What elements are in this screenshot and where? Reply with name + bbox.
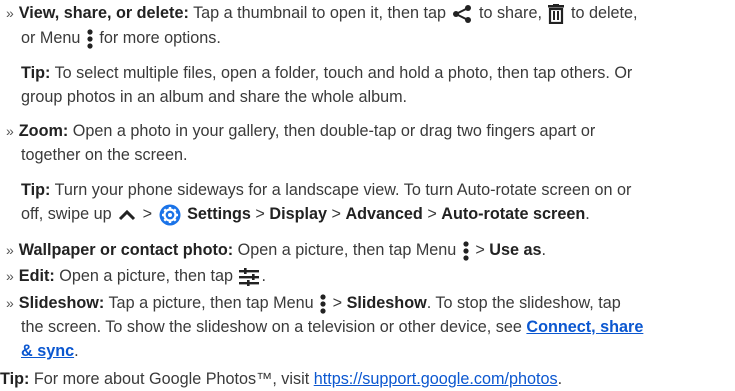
bullet-chevron: » bbox=[6, 123, 14, 139]
bullet-slideshow: » Slideshow: Tap a picture, then tap Menu… bbox=[6, 294, 621, 314]
bullet-chevron: » bbox=[6, 242, 14, 258]
menu-dots-icon bbox=[463, 241, 469, 261]
bullet-chevron: » bbox=[6, 5, 14, 21]
slideshow-line2: the screen. To show the slideshow on a t… bbox=[21, 318, 644, 336]
zoom-line2: together on the screen. bbox=[21, 146, 188, 164]
heading-slideshow: Slideshow: bbox=[18, 294, 105, 312]
tip-multiple-files-line2: group photos in an album and share the w… bbox=[21, 88, 408, 106]
edit-sliders-icon bbox=[239, 267, 260, 286]
bullet-wallpaper: » Wallpaper or contact photo: Open a pict… bbox=[6, 241, 546, 261]
chevron-up-icon bbox=[119, 209, 136, 220]
trash-icon bbox=[548, 3, 565, 24]
slideshow-line3: & sync. bbox=[21, 342, 79, 360]
bullet-view-share-delete: » View, share, or delete: Tap a thumbnail… bbox=[6, 3, 638, 24]
bullet-edit: » Edit: Open a picture, then tap . bbox=[6, 267, 266, 286]
tip-multiple-files: Tip: To select multiple files, open a fo… bbox=[21, 64, 633, 82]
share-icon bbox=[453, 4, 472, 23]
settings-gear-icon bbox=[159, 204, 181, 226]
tip-label: Tip: bbox=[21, 64, 51, 82]
tip-rotate-line2: off, swipe up > Settings > Display > Adv… bbox=[21, 203, 590, 226]
tip-label: Tip: bbox=[0, 370, 30, 388]
tip-rotate: Tip: Turn your phone sideways for a land… bbox=[21, 181, 632, 199]
google-photos-support-link[interactable]: https://support.google.com/photos bbox=[314, 370, 558, 388]
heading-view-share-delete: View, share, or delete: bbox=[18, 4, 189, 22]
bullet-chevron: » bbox=[6, 268, 14, 284]
bullet-chevron: » bbox=[6, 295, 14, 311]
heading-wallpaper: Wallpaper or contact photo: bbox=[18, 241, 234, 259]
menu-dots-icon bbox=[320, 294, 326, 314]
tip-label: Tip: bbox=[21, 181, 51, 199]
connect-share-sync-link[interactable]: Connect, share bbox=[526, 318, 643, 336]
connect-share-sync-link-cont[interactable]: & sync bbox=[21, 342, 74, 360]
footer-tip: Tip: For more about Google Photos™, visi… bbox=[0, 370, 563, 388]
view-share-delete-line2: or Menu for more options. bbox=[21, 29, 221, 49]
heading-zoom: Zoom: bbox=[18, 122, 69, 140]
heading-edit: Edit: bbox=[18, 267, 55, 285]
menu-dots-icon bbox=[87, 29, 93, 49]
bullet-zoom: » Zoom: Open a photo in your gallery, the… bbox=[6, 122, 596, 140]
